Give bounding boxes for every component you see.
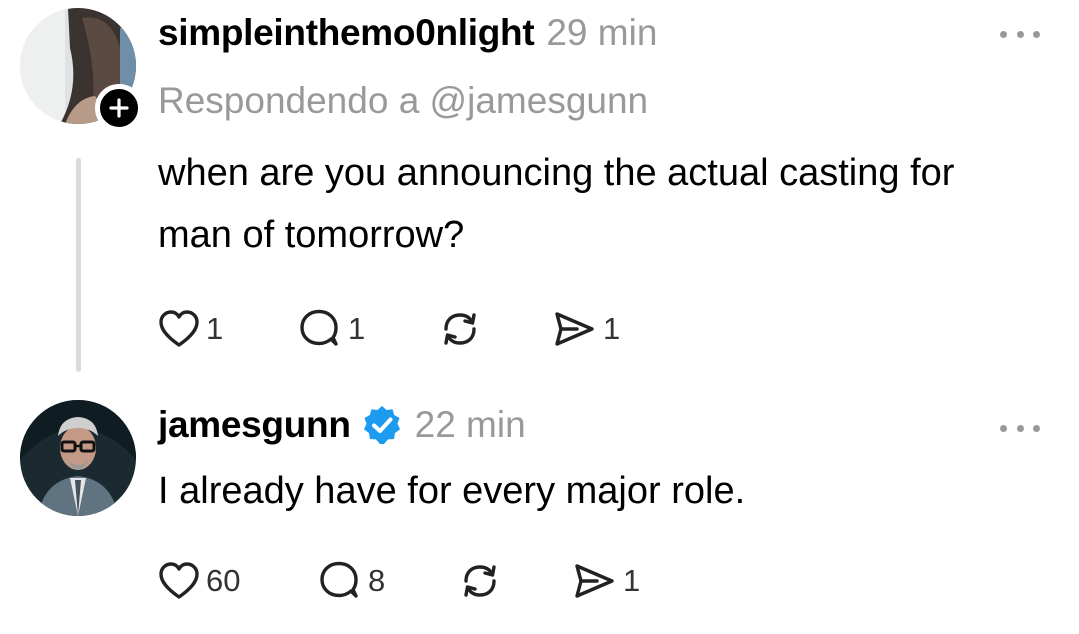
send-icon bbox=[555, 312, 594, 346]
post-header: simpleinthemo0nlight 29 min bbox=[158, 12, 657, 54]
post-text: I already have for every major role. bbox=[158, 470, 746, 512]
share-button[interactable]: 1 bbox=[571, 556, 640, 606]
share-count: 1 bbox=[603, 311, 621, 346]
share-count: 1 bbox=[623, 563, 641, 598]
repost-icon bbox=[444, 313, 476, 345]
like-count: 1 bbox=[206, 311, 224, 346]
repost-button[interactable] bbox=[458, 556, 571, 606]
author-reply-post: jamesgunn 22 min I already have for ever… bbox=[0, 380, 1079, 634]
reply-to-label[interactable]: Respondendo a @jamesgunn bbox=[158, 80, 648, 122]
comment-count: 8 bbox=[368, 563, 386, 598]
comment-button[interactable]: 1 bbox=[298, 304, 438, 354]
timestamp: 29 min bbox=[546, 12, 658, 53]
comment-button[interactable]: 8 bbox=[318, 556, 458, 606]
more-dots-icon[interactable] bbox=[1000, 28, 1040, 40]
username[interactable]: simpleinthemo0nlight bbox=[158, 12, 535, 54]
post-header: jamesgunn 22 min bbox=[158, 404, 526, 451]
heart-icon bbox=[159, 562, 199, 599]
timestamp: 22 min bbox=[414, 404, 526, 445]
avatar[interactable] bbox=[20, 400, 136, 516]
like-count: 60 bbox=[206, 563, 241, 598]
thread: simpleinthemo0nlight 29 min Respondendo … bbox=[0, 0, 1079, 634]
comment-count: 1 bbox=[348, 311, 366, 346]
username[interactable]: jamesgunn bbox=[158, 404, 351, 446]
send-icon bbox=[575, 564, 614, 598]
thread-line bbox=[76, 158, 81, 372]
share-button[interactable]: 1 bbox=[551, 304, 620, 354]
comment-bubble-icon bbox=[320, 561, 358, 598]
repost-icon bbox=[464, 565, 496, 597]
repost-button[interactable] bbox=[438, 304, 551, 354]
heart-icon bbox=[159, 310, 199, 347]
like-button[interactable]: 1 bbox=[158, 304, 298, 354]
action-bar: 1 1 1 bbox=[158, 304, 620, 354]
verified-badge-icon bbox=[361, 404, 403, 451]
action-bar: 60 8 1 bbox=[158, 556, 640, 606]
like-button[interactable]: 60 bbox=[158, 556, 318, 606]
reply-post: simpleinthemo0nlight 29 min Respondendo … bbox=[0, 0, 1079, 380]
post-text: when are you announcing the actual casti… bbox=[158, 152, 955, 256]
follow-plus-icon[interactable] bbox=[95, 84, 143, 132]
comment-bubble-icon bbox=[300, 309, 338, 346]
more-dots-icon[interactable] bbox=[1000, 422, 1040, 434]
